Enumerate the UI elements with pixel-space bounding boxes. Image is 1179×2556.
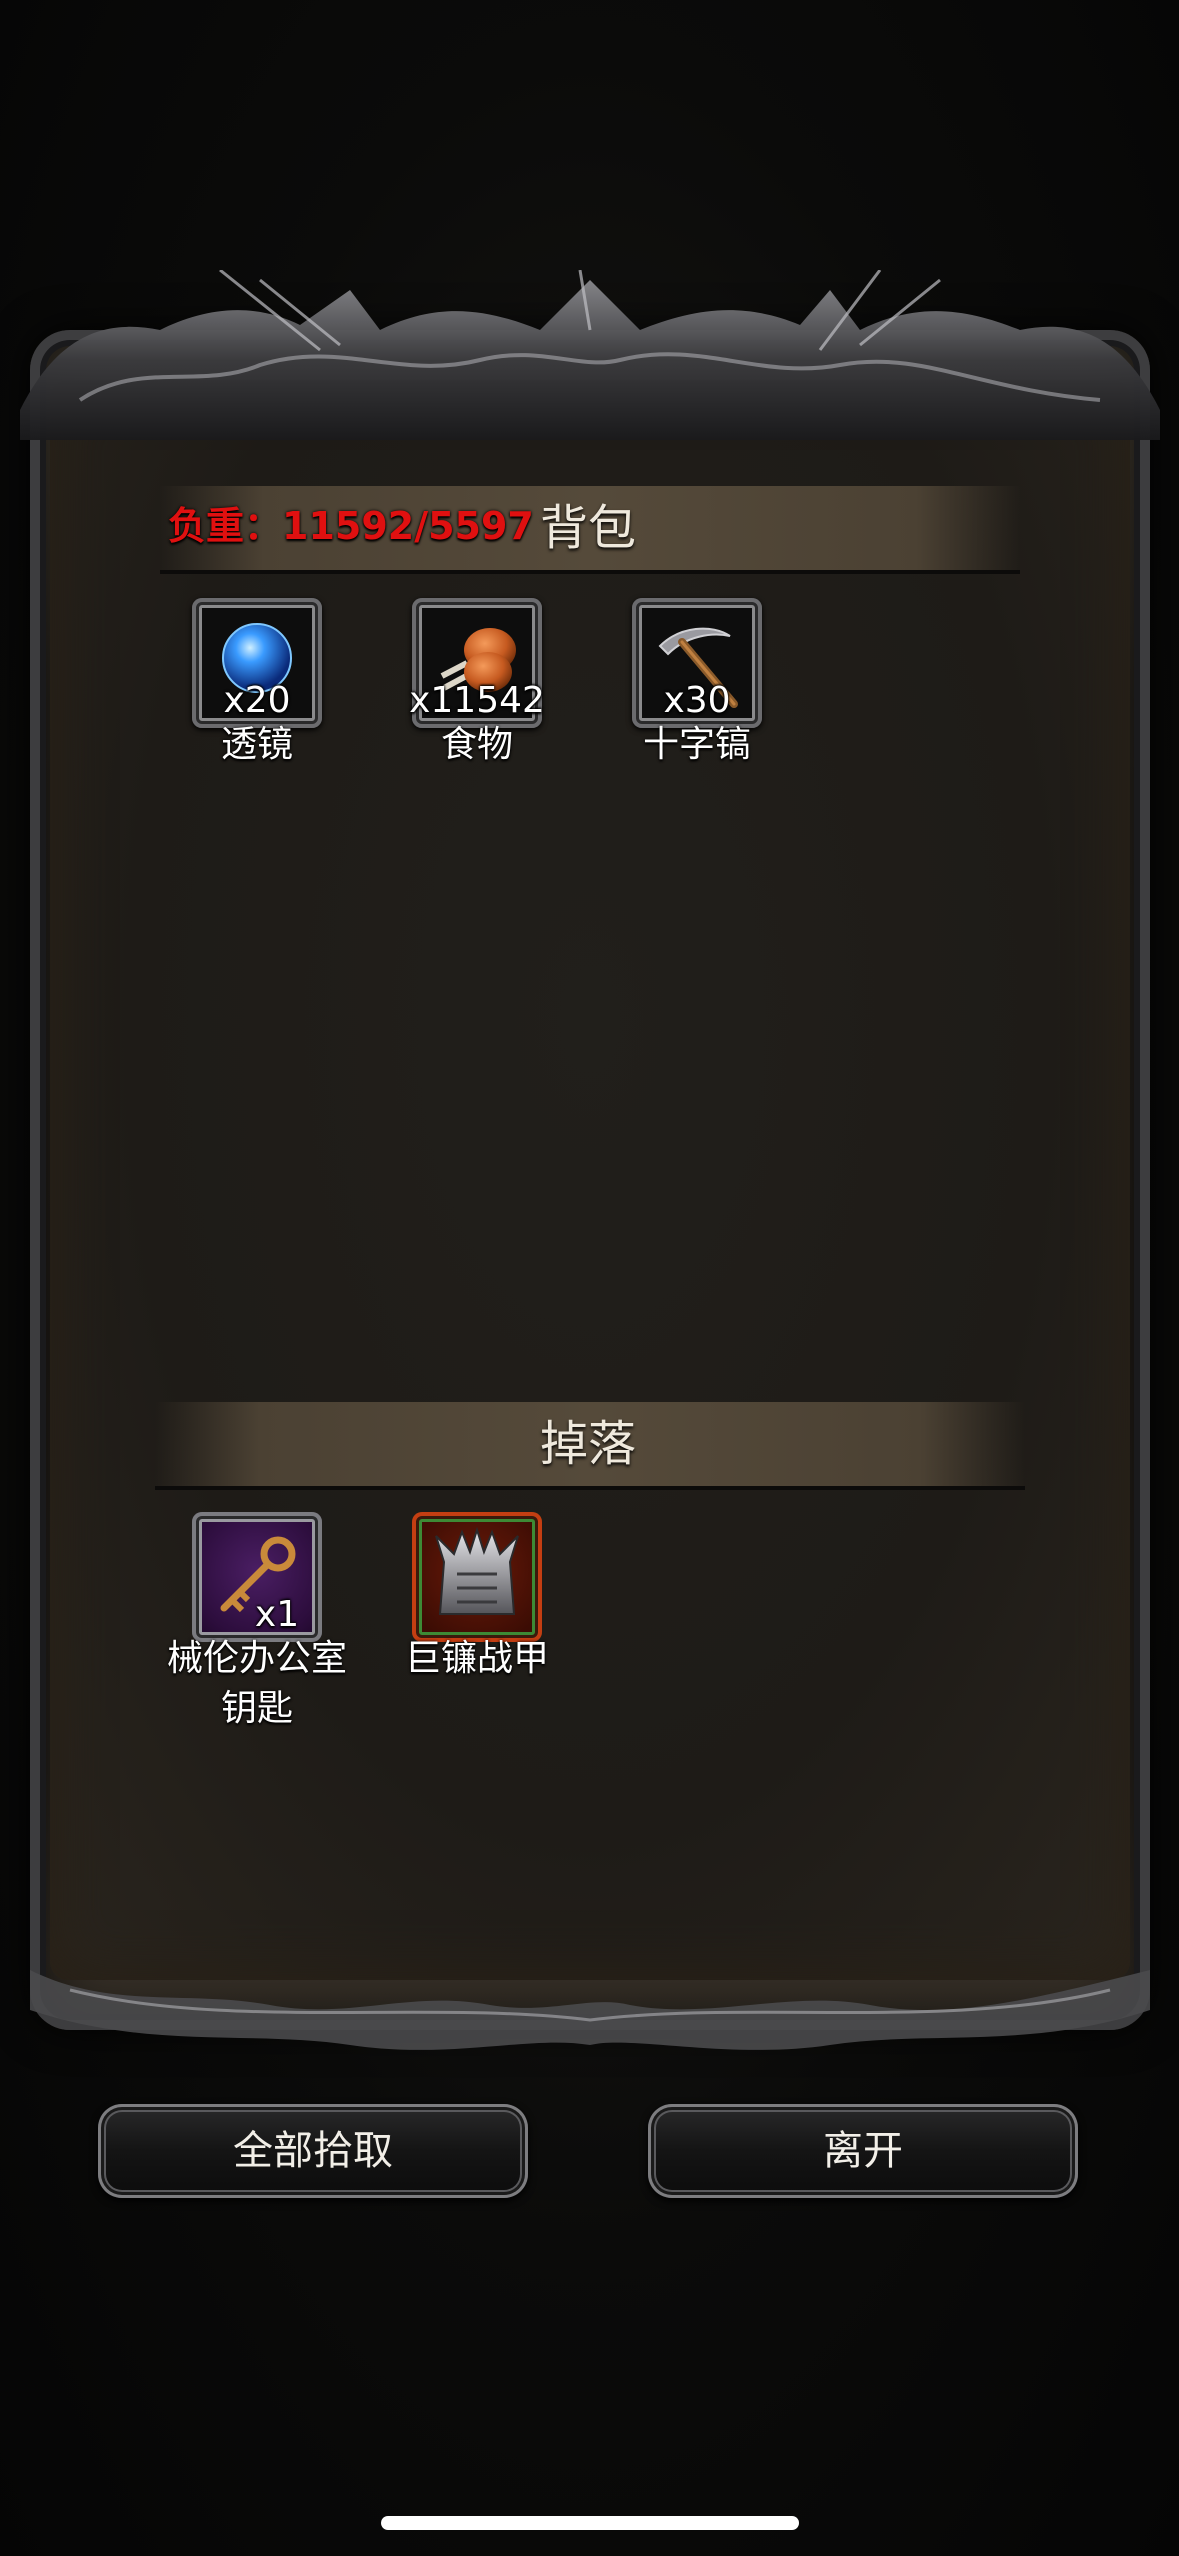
inventory-title: 背包 — [540, 500, 637, 556]
item-name: 食物 — [440, 724, 513, 765]
item-count: x11542 — [409, 680, 545, 721]
item-count: x30 — [663, 680, 731, 721]
leave-label: 离开 — [823, 2128, 903, 2174]
item-name: 巨镰战甲 — [404, 1638, 549, 1679]
ornate-frame-bottom-decoration — [30, 1970, 1150, 2050]
spiked-armor-icon — [435, 1526, 519, 1615]
item-count: x1 — [254, 1594, 300, 1635]
drops-header: 掉落 — [155, 1402, 1025, 1490]
ornate-frame-top-decoration — [20, 270, 1160, 440]
drops-title: 掉落 — [540, 1416, 637, 1472]
item-name: 械伦办公室 钥匙 — [140, 1634, 374, 1734]
pick-all-button[interactable]: 全部拾取 — [98, 2104, 528, 2198]
weight-capacity: 负重：11592/5597 — [168, 504, 534, 548]
item-name: 透镜 — [220, 724, 293, 765]
home-indicator[interactable] — [381, 2516, 799, 2530]
item-slot — [412, 1512, 542, 1642]
item-count: x20 — [223, 680, 291, 721]
item-name-line2: 钥匙 — [220, 1688, 293, 1729]
leave-button[interactable]: 离开 — [648, 2104, 1078, 2198]
item-name: 十字镐 — [642, 724, 751, 765]
item-name-line1: 械伦办公室 — [166, 1638, 347, 1679]
pick-all-label: 全部拾取 — [233, 2128, 393, 2174]
